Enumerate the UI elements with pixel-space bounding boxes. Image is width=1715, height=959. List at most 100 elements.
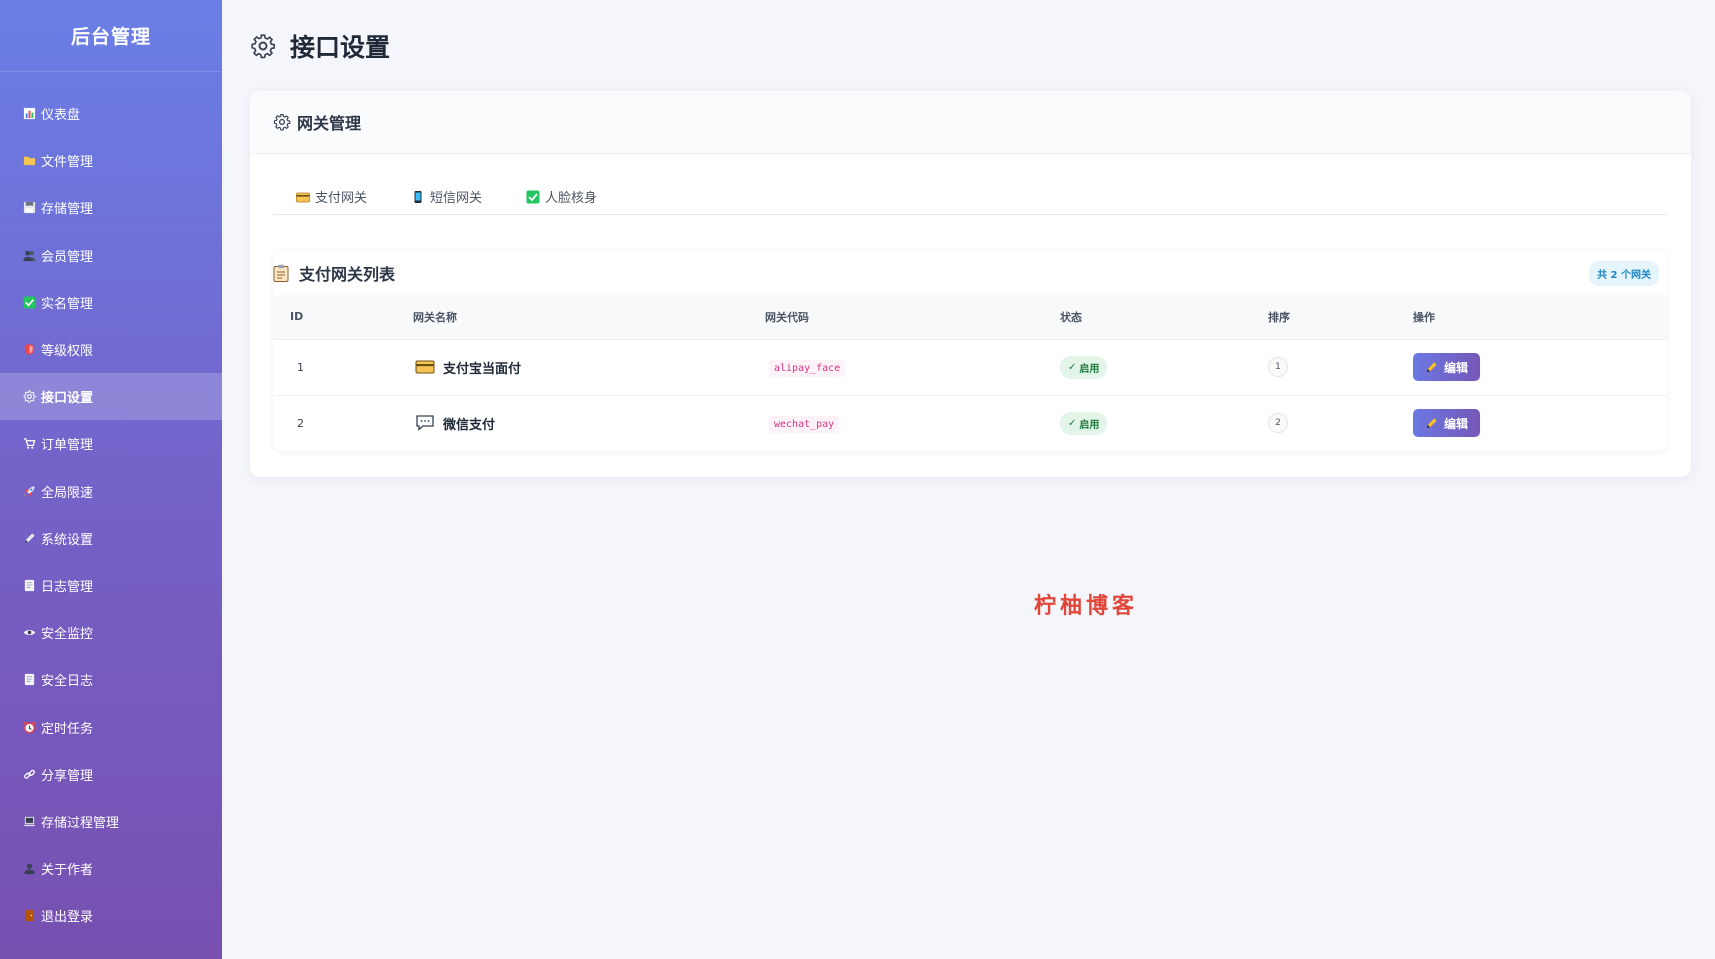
tab-label: 人脸核身 xyxy=(545,191,598,206)
sidebar-item-label: 接口设置 xyxy=(41,391,94,407)
row-status-cell: ✓ 启用 xyxy=(1060,339,1268,396)
gateway-code: alipay_face xyxy=(769,359,846,377)
folder-icon xyxy=(22,154,36,168)
gateway-code: wechat_pay xyxy=(769,415,840,433)
count-badge: 共 2 个网关 xyxy=(1589,260,1659,286)
tab-payment-gateway[interactable]: 支付网关 xyxy=(296,187,367,206)
tab-sms-gateway[interactable]: 短信网关 xyxy=(411,187,482,206)
row-order-cell: 1 xyxy=(1268,339,1413,396)
page-title-text: 接口设置 xyxy=(290,33,391,62)
sidebar-item-files[interactable]: 文件管理 xyxy=(0,137,222,184)
column-header-actions: 操作 xyxy=(1413,295,1667,340)
sidebar-item-label: 文件管理 xyxy=(41,155,94,171)
row-name-cell: 支付宝当面付 xyxy=(413,339,765,396)
list-title-text: 支付网关列表 xyxy=(299,265,396,284)
row-action-cell: 编辑 xyxy=(1413,395,1667,451)
sidebar-item-realname[interactable]: 实名管理 xyxy=(0,279,222,326)
edit-button[interactable]: 编辑 xyxy=(1413,409,1481,438)
sidebar-item-label: 存储过程管理 xyxy=(41,815,120,831)
pencil-icon xyxy=(1426,361,1437,372)
gateway-name-text: 支付宝当面付 xyxy=(443,361,522,377)
sidebar-title: 后台管理 xyxy=(0,0,222,72)
gateway-name-text: 微信支付 xyxy=(443,417,496,433)
row-code-cell: wechat_pay xyxy=(765,395,1060,451)
sidebar-item-label: 会员管理 xyxy=(41,249,94,265)
tab-label: 支付网关 xyxy=(315,191,368,206)
status-text: 启用 xyxy=(1079,419,1100,431)
sidebar-item-label: 定时任务 xyxy=(41,721,94,737)
user-icon xyxy=(22,862,36,876)
gateway-name: 支付宝当面付 xyxy=(413,358,765,377)
sidebar-item-levels[interactable]: 等级权限 xyxy=(0,326,222,373)
column-header-order: 排序 xyxy=(1268,295,1413,340)
sidebar-item-logout[interactable]: 退出登录 xyxy=(0,892,222,939)
status-text: 启用 xyxy=(1079,363,1100,375)
row-id: 1 xyxy=(273,339,413,396)
sidebar-item-label: 关于作者 xyxy=(41,863,94,879)
sidebar-item-api-settings[interactable]: 接口设置 xyxy=(0,373,222,421)
sidebar-item-security-monitor[interactable]: 安全监控 xyxy=(0,609,222,656)
link-icon xyxy=(22,767,36,781)
column-header-id: ID xyxy=(273,295,413,340)
phone-icon xyxy=(411,190,425,204)
sidebar-item-label: 全局限速 xyxy=(41,485,94,501)
page-title: 接口设置 xyxy=(250,28,390,64)
sidebar-item-label: 分享管理 xyxy=(41,768,94,784)
sidebar-item-scheduled-tasks[interactable]: 定时任务 xyxy=(0,703,222,750)
sidebar-item-dashboard[interactable]: 仪表盘 xyxy=(0,90,222,137)
tab-face-verification[interactable]: 人脸核身 xyxy=(526,187,597,206)
sidebar-item-label: 系统设置 xyxy=(41,532,94,548)
sidebar-item-label: 订单管理 xyxy=(41,438,94,454)
sidebar-item-about-author[interactable]: 关于作者 xyxy=(0,845,222,892)
checkmark-icon: ✓ xyxy=(1068,361,1077,373)
credit-card-icon xyxy=(296,190,310,204)
sidebar-nav: 仪表盘 文件管理 存储管理 会员管理 实名管理 等级权限 接口设置 订单管理 全… xyxy=(0,90,222,939)
status-badge: ✓ 启用 xyxy=(1060,411,1108,435)
column-header-code: 网关代码 xyxy=(765,295,1060,340)
list-header: 支付网关列表 共 2 个网关 xyxy=(273,251,1667,295)
row-status-cell: ✓ 启用 xyxy=(1060,395,1268,451)
cart-icon xyxy=(22,437,36,451)
gateway-management-card: 网关管理 支付网关 短信网关 人脸核身 支付网关列表 共 2 个网关 ID 网关… xyxy=(250,91,1691,477)
sidebar-item-label: 退出登录 xyxy=(41,910,94,926)
rocket-icon xyxy=(22,484,36,498)
pencil-icon xyxy=(1426,418,1437,428)
sidebar-item-security-log[interactable]: 安全日志 xyxy=(0,656,222,703)
sidebar-item-speed-limit[interactable]: 全局限速 xyxy=(0,468,222,515)
pencil-icon xyxy=(22,531,36,545)
sidebar-item-label: 存储管理 xyxy=(41,202,94,218)
clipboard-icon xyxy=(273,264,289,282)
table-row: 2 微信支付 wechat_pay ✓ 启用 2 编辑 xyxy=(273,395,1667,451)
row-code-cell: alipay_face xyxy=(765,339,1060,396)
watermark: 柠柚博客 xyxy=(1034,593,1139,619)
sidebar-item-system-settings[interactable]: 系统设置 xyxy=(0,515,222,562)
sidebar-item-label: 日志管理 xyxy=(41,579,94,595)
payment-gateway-list: 支付网关列表 共 2 个网关 ID 网关名称 网关代码 状态 排序 操作 1 支… xyxy=(273,251,1667,451)
alarm-icon xyxy=(22,720,36,734)
chart-icon xyxy=(22,107,36,121)
chat-bubble-icon xyxy=(415,414,435,432)
gateway-name: 微信支付 xyxy=(413,414,765,433)
column-header-name: 网关名称 xyxy=(413,295,765,340)
gear-icon xyxy=(22,390,36,404)
sidebar-item-share[interactable]: 分享管理 xyxy=(0,751,222,798)
users-icon xyxy=(22,248,36,262)
gear-icon xyxy=(273,113,291,131)
edit-button[interactable]: 编辑 xyxy=(1413,353,1481,381)
sidebar-item-orders[interactable]: 订单管理 xyxy=(0,420,222,467)
status-badge: ✓ 启用 xyxy=(1060,355,1108,379)
sidebar-item-members[interactable]: 会员管理 xyxy=(0,232,222,279)
sidebar-item-logs[interactable]: 日志管理 xyxy=(0,562,222,609)
sidebar-item-stored-procedures[interactable]: 存储过程管理 xyxy=(0,798,222,845)
list-title: 支付网关列表 xyxy=(273,261,395,285)
table-header-row: ID 网关名称 网关代码 状态 排序 操作 xyxy=(273,295,1667,340)
main-content: 接口设置 网关管理 支付网关 短信网关 人脸核身 支付网关列表 共 2 个网关 … xyxy=(222,0,1715,959)
card-title: 网关管理 xyxy=(297,114,362,133)
laptop-icon xyxy=(22,814,36,828)
card-header: 网关管理 xyxy=(250,91,1691,154)
eye-icon xyxy=(22,626,36,640)
sidebar-item-storage[interactable]: 存储管理 xyxy=(0,184,222,231)
document-icon xyxy=(22,673,36,687)
check-icon xyxy=(526,190,540,204)
gateway-table: ID 网关名称 网关代码 状态 排序 操作 1 支付宝当面付 alipay_fa… xyxy=(273,295,1667,451)
